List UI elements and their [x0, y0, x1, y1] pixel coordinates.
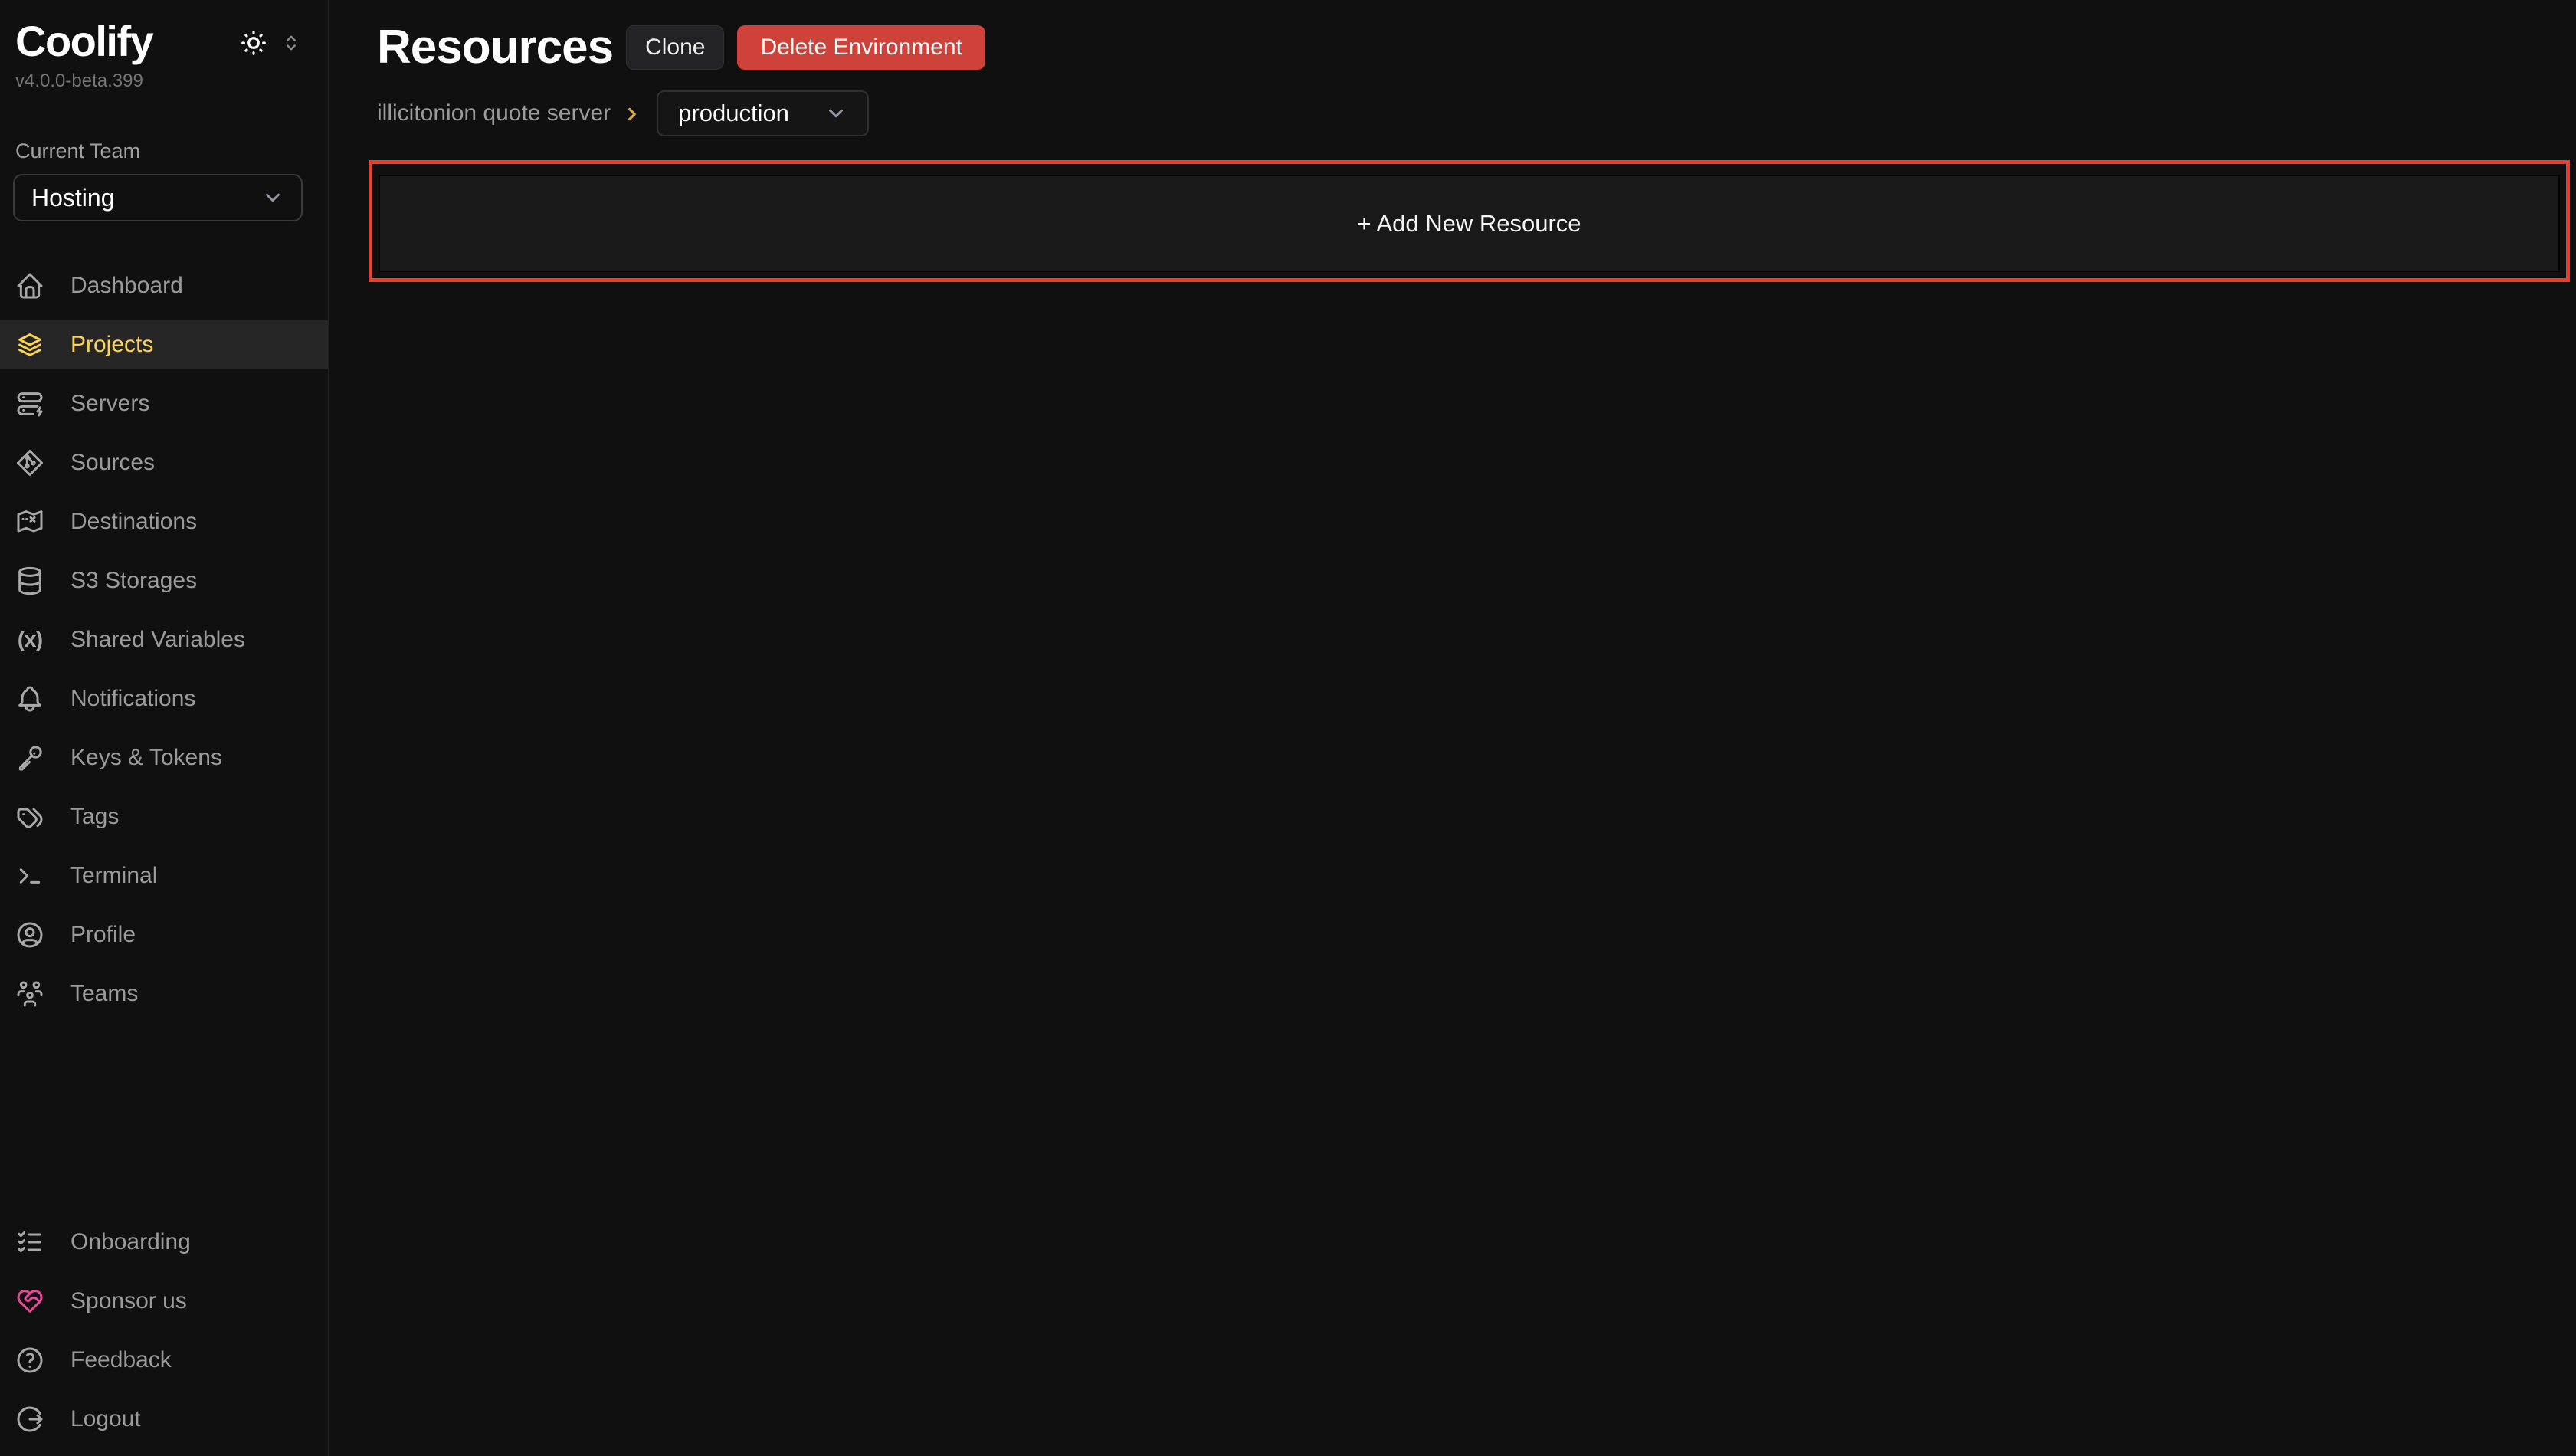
- sidebar-header: Coolify: [0, 0, 328, 64]
- sidebar-item-label: Sources: [70, 450, 155, 476]
- sidebar-collapse-icon[interactable]: [280, 32, 302, 54]
- sidebar-item-label: Destinations: [70, 509, 197, 535]
- sidebar-item-tags[interactable]: Tags: [0, 792, 328, 841]
- logout-icon: [15, 1404, 45, 1435]
- current-team-label: Current Team: [0, 92, 328, 163]
- sidebar-item-label: Logout: [70, 1406, 141, 1432]
- stack-icon: [15, 330, 45, 360]
- team-select-value: Hosting: [31, 184, 115, 212]
- main-content: Resources Clone Delete Environment illic…: [329, 0, 2576, 1456]
- sidebar-item-profile[interactable]: Profile: [0, 910, 328, 959]
- sidebar-item-notifications[interactable]: Notifications: [0, 674, 328, 723]
- app-root: Coolify v4.0.0-beta.399 Current Team Hos…: [0, 0, 2576, 1456]
- sidebar-nav: Dashboard Projects Servers Sources Destinati…: [0, 261, 328, 1028]
- delete-environment-button[interactable]: Delete Environment: [737, 25, 985, 70]
- sidebar-item-label: Feedback: [70, 1347, 172, 1373]
- sidebar-item-dashboard[interactable]: Dashboard: [0, 261, 328, 310]
- server-bolt-icon: [15, 389, 45, 419]
- map-x-icon: [15, 507, 45, 537]
- sidebar-item-teams[interactable]: Teams: [0, 969, 328, 1018]
- key-icon: [15, 743, 45, 773]
- help-circle-icon: [15, 1345, 45, 1376]
- sidebar-item-label: Sponsor us: [70, 1288, 187, 1314]
- sidebar-item-label: Shared Variables: [70, 627, 245, 653]
- sidebar-item-logout[interactable]: Logout: [0, 1395, 328, 1444]
- sidebar-item-destinations[interactable]: Destinations: [0, 497, 328, 546]
- app-version: v4.0.0-beta.399: [0, 64, 328, 92]
- sidebar-item-label: S3 Storages: [70, 568, 197, 594]
- sidebar-item-shared-variables[interactable]: (x) Shared Variables: [0, 615, 328, 664]
- sidebar-item-label: Onboarding: [70, 1229, 191, 1255]
- sidebar-item-keys-tokens[interactable]: Keys & Tokens: [0, 733, 328, 782]
- sidebar-item-label: Dashboard: [70, 273, 183, 299]
- users-group-icon: [15, 979, 45, 1009]
- checklist-icon: [15, 1227, 45, 1258]
- clone-button[interactable]: Clone: [626, 25, 724, 70]
- tags-icon: [15, 802, 45, 832]
- chevron-right-icon: [622, 104, 642, 124]
- environment-select[interactable]: production: [657, 90, 869, 136]
- sidebar-item-sources[interactable]: Sources: [0, 438, 328, 487]
- add-new-resource-button[interactable]: + Add New Resource: [379, 175, 2560, 272]
- terminal-icon: [15, 861, 45, 891]
- sidebar-header-icons: [239, 28, 302, 57]
- sidebar-item-projects[interactable]: Projects: [0, 320, 328, 369]
- git-diamond-icon: [15, 448, 45, 478]
- page-title: Resources: [377, 23, 613, 72]
- sidebar-item-onboarding[interactable]: Onboarding: [0, 1218, 328, 1267]
- sidebar-item-label: Servers: [70, 391, 149, 417]
- sidebar-item-label: Profile: [70, 922, 136, 948]
- page-header: Resources Clone Delete Environment: [377, 23, 2570, 72]
- database-icon: [15, 566, 45, 596]
- team-select[interactable]: Hosting: [13, 174, 303, 221]
- sidebar: Coolify v4.0.0-beta.399 Current Team Hos…: [0, 0, 329, 1456]
- theme-toggle-sun-icon[interactable]: [239, 28, 268, 57]
- sidebar-item-sponsor-us[interactable]: Sponsor us: [0, 1277, 328, 1326]
- user-circle-icon: [15, 920, 45, 950]
- variables-icon: (x): [15, 625, 45, 655]
- sidebar-item-label: Notifications: [70, 686, 195, 712]
- sidebar-item-servers[interactable]: Servers: [0, 379, 328, 428]
- breadcrumb: illicitonion quote server production: [377, 90, 2570, 136]
- breadcrumb-project[interactable]: illicitonion quote server: [377, 100, 611, 126]
- bell-icon: [15, 684, 45, 714]
- chevron-down-icon: [824, 102, 847, 125]
- add-new-resource-label: + Add New Resource: [1357, 210, 1581, 238]
- home-icon: [15, 271, 45, 301]
- chevron-down-icon: [261, 186, 284, 209]
- sidebar-item-label: Teams: [70, 981, 138, 1007]
- heart-handshake-icon: [15, 1286, 45, 1317]
- sidebar-item-label: Keys & Tokens: [70, 745, 222, 771]
- sidebar-item-feedback[interactable]: Feedback: [0, 1336, 328, 1385]
- sidebar-item-label: Projects: [70, 332, 153, 358]
- environment-select-value: production: [678, 100, 789, 127]
- sidebar-item-label: Terminal: [70, 863, 157, 889]
- sidebar-item-s3-storages[interactable]: S3 Storages: [0, 556, 328, 605]
- annotation-highlight: + Add New Resource: [369, 160, 2570, 282]
- sidebar-item-terminal[interactable]: Terminal: [0, 851, 328, 900]
- sidebar-item-label: Tags: [70, 804, 119, 830]
- sidebar-footer-nav: Onboarding Sponsor us Feedback Logout: [0, 1218, 328, 1454]
- app-logo[interactable]: Coolify: [15, 18, 152, 64]
